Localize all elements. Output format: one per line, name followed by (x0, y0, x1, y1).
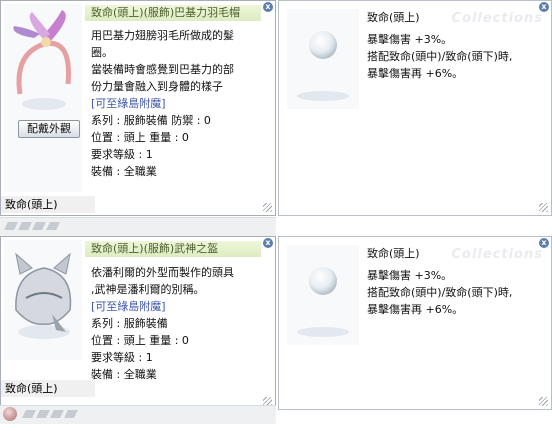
helmet-icon (15, 252, 72, 339)
card-effect: 暴擊傷害 +3%。 搭配致命(頭中)/致命(頭下)時, 暴擊傷害再 +6%。 (367, 267, 512, 318)
close-icon[interactable]: x (539, 2, 549, 12)
item-description: 用巴基力翅膀羽毛所做成的髮 圈。 當裝備時會感覺到巴基力的部 份力量會融入到身體… (91, 27, 234, 180)
resize-grip-icon[interactable] (539, 397, 548, 406)
item-image-frame (4, 240, 82, 360)
feather-headband-icon (13, 10, 71, 110)
item-description: 依潘利爾的外型而製作的頭具 ,武神是潘利爾的別稱。 [可至綠島附魔] 系列 : … (91, 264, 234, 383)
enchant-link[interactable]: [可至綠島附魔] (91, 298, 234, 315)
description-line: 份力量會融入到身體的樣子 (91, 80, 223, 93)
card-title: 致命(頭上) (367, 247, 420, 260)
card-title: 致命(頭上) (367, 11, 420, 24)
card-info-window-top: Collections x 致命(頭上) 暴擊傷害 +3%。 搭配致命(頭中)/… (278, 0, 552, 216)
description-line: 依潘利爾的外型而製作的頭具 (91, 266, 234, 279)
description-line: 圈。 (91, 46, 113, 59)
description-line: 當裝備時會感覺到巴基力的部 (91, 63, 234, 76)
item-slot-icon[interactable] (50, 410, 64, 418)
close-icon[interactable]: x (263, 238, 273, 248)
stat-line: 位置 : 頭上 重量 : 0 (91, 334, 189, 347)
orb-shadow (297, 327, 349, 337)
card-image-frame (287, 245, 359, 345)
resize-grip-icon[interactable] (539, 203, 548, 212)
item-slot-icon[interactable] (32, 222, 46, 230)
item-image-frame: 配戴外觀 (4, 4, 82, 192)
item-title: 致命(頭上)(服飾)巴基力羽毛帽 (85, 5, 261, 21)
item-slot-icon[interactable] (22, 410, 36, 418)
effect-line: 暴擊傷害 +3%。 (367, 269, 453, 282)
effect-line: 暴擊傷害 +3%。 (367, 33, 453, 46)
item-name-bar: 致命(頭上) (1, 196, 95, 213)
card-image-frame (287, 9, 359, 109)
close-icon[interactable]: x (263, 2, 273, 12)
item-slot-icon[interactable] (36, 410, 50, 418)
stat-line: 要求等級 : 1 (91, 148, 153, 161)
card-info-window-bottom: Collections x 致命(頭上) 暴擊傷害 +3%。 搭配致命(頭中)/… (278, 236, 552, 410)
item-name-bar: 致命(頭上) (1, 380, 95, 397)
orb-icon (309, 31, 337, 59)
item-slot-icon[interactable] (46, 222, 60, 230)
resize-grip-icon[interactable] (263, 203, 272, 212)
orb-icon (309, 267, 337, 295)
stat-line: 要求等級 : 1 (91, 351, 153, 364)
orb-shadow (297, 91, 349, 101)
stat-line: 系列 : 服飾裝備 防禦 : 0 (91, 114, 211, 127)
stat-line: 裝備 : 全職業 (91, 165, 157, 178)
item-slot-icon[interactable] (64, 410, 78, 418)
appearance-button[interactable]: 配戴外觀 (18, 120, 80, 138)
watermark: Collections (451, 11, 543, 26)
close-icon[interactable]: x (539, 238, 549, 248)
slot-strip (0, 217, 276, 236)
stat-line: 系列 : 服飾裝備 (91, 317, 168, 330)
item-info-window-top: 配戴外觀 致命(頭上)(服飾)巴基力羽毛帽 x 用巴基力翅膀羽毛所做成的髮 圈。… (0, 0, 276, 216)
item-slot-icon[interactable] (3, 407, 17, 421)
enchant-link[interactable]: [可至綠島附魔] (91, 95, 234, 112)
effect-line: 搭配致命(頭中)/致命(頭下)時, (367, 286, 513, 299)
description-line: ,武神是潘利爾的別稱。 (91, 283, 205, 296)
slot-strip (0, 405, 276, 424)
stat-line: 裝備 : 全職業 (91, 368, 157, 381)
watermark: Collections (451, 247, 543, 262)
effect-line: 暴擊傷害再 +6%。 (367, 303, 464, 316)
item-title: 致命(頭上)(服飾)武神之盔 (85, 241, 261, 257)
card-effect: 暴擊傷害 +3%。 搭配致命(頭中)/致命(頭下)時, 暴擊傷害再 +6%。 (367, 31, 512, 82)
item-slot-icon[interactable] (4, 222, 18, 230)
effect-line: 搭配致命(頭中)/致命(頭下)時, (367, 50, 513, 63)
item-slot-icon[interactable] (18, 222, 32, 230)
effect-line: 暴擊傷害再 +6%。 (367, 67, 464, 80)
description-line: 用巴基力翅膀羽毛所做成的髮 (91, 29, 234, 42)
stat-line: 位置 : 頭上 重量 : 0 (91, 131, 189, 144)
item-info-window-bottom: 致命(頭上)(服飾)武神之盔 x 依潘利爾的外型而製作的頭具 ,武神是潘利爾的別… (0, 236, 276, 410)
